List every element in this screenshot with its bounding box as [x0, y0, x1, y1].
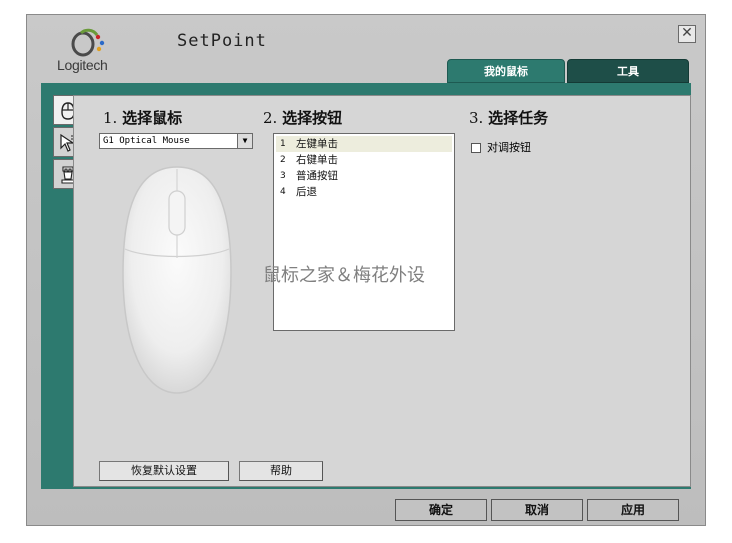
list-item-right-click[interactable]: 2 右键单击	[276, 152, 452, 168]
button-listbox[interactable]: 1 左键单击 2 右键单击 3 普通按钮 4 后退	[273, 133, 455, 331]
swap-buttons-label: 对调按钮	[487, 141, 531, 154]
list-item-number: 1	[280, 139, 286, 149]
list-item-label: 左键单击	[296, 138, 338, 150]
step3-title: 选择任务	[488, 109, 549, 127]
watermark-text: 鼠标之家＆梅花外设	[263, 265, 425, 286]
list-item-label: 普通按钮	[296, 170, 338, 182]
mouse-select-value: G1 Optical Mouse	[103, 136, 190, 146]
step3-number: 3.	[469, 109, 484, 127]
setpoint-window: Logitech SetPoint ✕ 我的鼠标 工具 1. 选择鼠标 2. 选…	[26, 14, 706, 526]
ok-button[interactable]: 确定	[395, 499, 487, 521]
tab-underline	[41, 83, 691, 95]
step1-title: 选择鼠标	[122, 109, 183, 127]
step2-number: 2.	[263, 109, 278, 127]
chevron-down-icon[interactable]: ▼	[237, 134, 252, 148]
list-item-back[interactable]: 4 后退	[276, 184, 452, 200]
list-item-label: 后退	[296, 186, 317, 198]
list-item-left-click[interactable]: 1 左键单击	[276, 136, 452, 152]
step3-heading: 3. 选择任务	[469, 107, 548, 128]
list-item-middle-button[interactable]: 3 普通按钮	[276, 168, 452, 184]
mouse-illustration	[122, 166, 232, 394]
restore-defaults-button[interactable]: 恢复默认设置	[99, 461, 229, 481]
list-item-number: 3	[280, 171, 286, 181]
list-item-number: 2	[280, 155, 286, 165]
help-button[interactable]: 帮助	[239, 461, 323, 481]
logitech-logo-icon	[71, 28, 105, 57]
tab-my-mouse[interactable]: 我的鼠标	[447, 59, 565, 83]
step2-title: 选择按钮	[282, 109, 343, 127]
swap-buttons-checkbox[interactable]	[471, 143, 481, 153]
list-item-number: 4	[280, 187, 286, 197]
mouse-select[interactable]: G1 Optical Mouse ▼	[99, 133, 253, 149]
step2-heading: 2. 选择按钮	[263, 107, 342, 128]
cancel-button[interactable]: 取消	[491, 499, 583, 521]
app-title: SetPoint	[177, 31, 267, 51]
step1-number: 1.	[103, 109, 118, 127]
tab-tools[interactable]: 工具	[567, 59, 689, 83]
apply-button[interactable]: 应用	[587, 499, 679, 521]
close-button[interactable]: ✕	[678, 25, 696, 43]
step1-heading: 1. 选择鼠标	[103, 107, 182, 128]
list-item-label: 右键单击	[296, 154, 338, 166]
